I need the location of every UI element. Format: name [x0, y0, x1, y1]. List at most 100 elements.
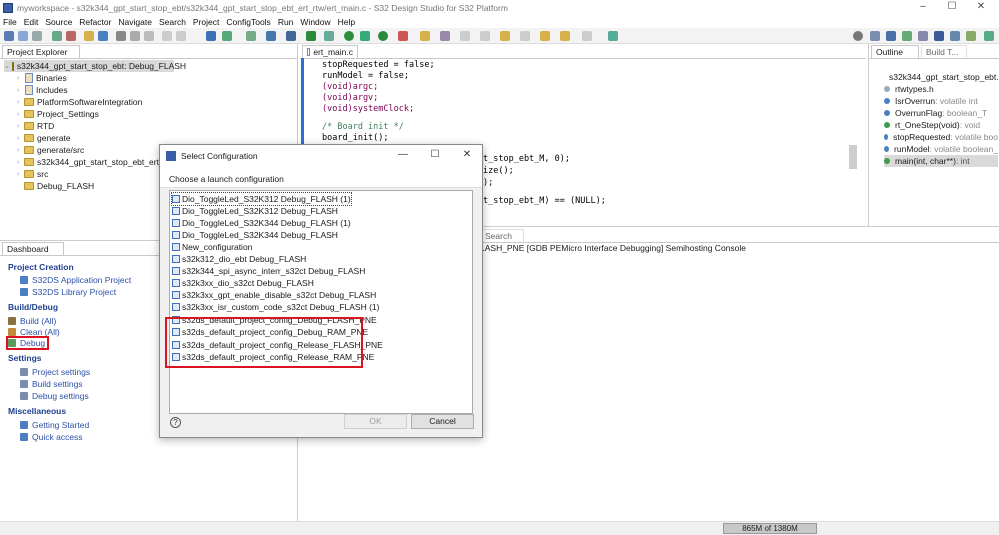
link-project-settings[interactable]: Project settings: [20, 367, 90, 377]
tab-dashboard[interactable]: Dashboard: [2, 242, 64, 255]
outline-item[interactable]: stopRequested : volatile boo: [884, 131, 998, 143]
list-item[interactable]: s32ds_default_project_config_Release_RAM…: [172, 351, 374, 363]
close-button[interactable]: ✕: [966, 1, 996, 14]
outline-item[interactable]: OverrunFlag : boolean_T: [884, 107, 998, 119]
twisty-icon[interactable]: ›: [14, 111, 22, 118]
list-item[interactable]: s32k312_dio_ebt Debug_FLASH: [172, 253, 306, 265]
tab-ert-main[interactable]: ert_main.c: [302, 45, 358, 58]
pins-icon[interactable]: [286, 31, 296, 41]
cancel-button[interactable]: Cancel: [411, 414, 474, 429]
perspective-icon-6[interactable]: [950, 31, 960, 41]
memory-indicator[interactable]: 865M of 1380M: [723, 523, 817, 534]
run-config-icon[interactable]: [360, 31, 370, 41]
select-icon[interactable]: [206, 31, 216, 41]
list-item[interactable]: s32ds_default_project_config_Debug_FLASH…: [172, 314, 377, 326]
tree-item-binaries[interactable]: › Binaries: [14, 72, 67, 84]
editor-scrollbar-thumb[interactable]: [849, 145, 857, 169]
outline-item[interactable]: runModel : volatile boolean_: [884, 143, 998, 155]
search-icon[interactable]: [853, 31, 863, 41]
tree-item-generate[interactable]: › generate: [14, 132, 71, 144]
task-icon[interactable]: [440, 31, 450, 41]
twisty-icon[interactable]: ›: [14, 87, 22, 94]
link-build-settings[interactable]: Build settings: [20, 379, 83, 389]
list-item[interactable]: s32k3xx_isr_custom_code_s32ct Debug_FLAS…: [172, 301, 380, 313]
perspective-icon-7[interactable]: [966, 31, 976, 41]
paste-icon[interactable]: [144, 31, 154, 41]
dialog-minimize-button[interactable]: —: [396, 148, 410, 162]
help-icon[interactable]: ?: [170, 417, 181, 428]
list-item[interactable]: s32ds_default_project_config_Debug_RAM_P…: [172, 326, 368, 338]
debug-icon[interactable]: [324, 31, 334, 41]
settings-icon[interactable]: [246, 31, 256, 41]
tree-item-includes[interactable]: › Includes: [14, 84, 68, 96]
twisty-icon[interactable]: ›: [14, 75, 22, 82]
maximize-button[interactable]: ☐: [937, 1, 967, 14]
open-folder-icon[interactable]: [420, 31, 430, 41]
twisty-icon[interactable]: ›: [14, 159, 22, 166]
list-item[interactable]: s32k3xx_dio_s32ct Debug_FLASH: [172, 277, 314, 289]
menu-navigate[interactable]: Navigate: [118, 17, 152, 27]
undo-icon[interactable]: [162, 31, 172, 41]
perspective-icon-8[interactable]: [984, 31, 994, 41]
list-item[interactable]: s32k344_spi_async_interr_s32ct Debug_FLA…: [172, 265, 365, 277]
link-clean-all[interactable]: Clean (All): [8, 327, 60, 337]
outline-item[interactable]: IsrOverrun : volatile int: [884, 95, 998, 107]
build-icon[interactable]: [52, 31, 62, 41]
tab-build-targets[interactable]: Build T...: [921, 45, 967, 58]
outline-item[interactable]: rt_OneStep(void) : void: [884, 119, 998, 131]
launch-icon[interactable]: [378, 31, 388, 41]
terminal-icon[interactable]: [222, 31, 232, 41]
open-perspective-icon[interactable]: [608, 31, 618, 41]
link-debug-settings[interactable]: Debug settings: [20, 391, 89, 401]
list-item[interactable]: s32ds_default_project_config_Release_FLA…: [172, 339, 383, 351]
outline-item-selected[interactable]: main(int, char**) : int: [884, 155, 998, 167]
tree-item-platform[interactable]: › PlatformSoftwareIntegration: [14, 96, 143, 108]
forward-icon[interactable]: [560, 31, 570, 41]
external-tools-icon[interactable]: [398, 31, 408, 41]
perspective-icon-2[interactable]: [886, 31, 896, 41]
perspective-icon-3[interactable]: [902, 31, 912, 41]
menu-source[interactable]: Source: [45, 17, 72, 27]
list-item[interactable]: s32k3xx_gpt_enable_disable_s32ct Debug_F…: [172, 289, 376, 301]
save-icon[interactable]: [18, 31, 28, 41]
tree-item-rtd[interactable]: › RTD: [14, 120, 55, 132]
prev-annotation-icon[interactable]: [520, 31, 530, 41]
twisty-icon[interactable]: ›: [14, 171, 22, 178]
link-quick-access[interactable]: Quick access: [20, 432, 83, 442]
outline-item[interactable]: s32k344_gpt_start_stop_ebt.h: [884, 71, 998, 83]
nav-icon[interactable]: [582, 31, 592, 41]
perspective-icon-1[interactable]: [870, 31, 880, 41]
chip-icon[interactable]: [266, 31, 276, 41]
link-s32ds-application-project[interactable]: S32DS Application Project: [20, 275, 131, 285]
play-icon[interactable]: [344, 31, 354, 41]
menu-run[interactable]: Run: [278, 17, 294, 27]
twisty-icon[interactable]: ›: [14, 123, 22, 130]
search-toolbar-icon[interactable]: [480, 31, 490, 41]
list-item[interactable]: Dio_ToggleLed_S32K344 Debug_FLASH: [172, 229, 338, 241]
menu-project[interactable]: Project: [193, 17, 219, 27]
list-item[interactable]: Dio_ToggleLed_S32K312 Debug_FLASH: [172, 205, 338, 217]
menu-configtools[interactable]: ConfigTools: [226, 17, 270, 27]
tab-outline[interactable]: Outline: [871, 45, 919, 58]
annotation-icon[interactable]: [460, 31, 470, 41]
dialog-close-button[interactable]: ✕: [460, 148, 474, 162]
link-getting-started[interactable]: Getting Started: [20, 420, 89, 430]
twisty-icon[interactable]: ›: [14, 147, 22, 154]
list-item[interactable]: Dio_ToggleLed_S32K312 Debug_FLASH (1): [171, 192, 352, 206]
tree-item-project[interactable]: ⌄ s32k344_gpt_start_stop_ebt: Debug_FLAS…: [4, 60, 186, 72]
list-item[interactable]: New_configuration: [172, 241, 252, 253]
new-icon[interactable]: [4, 31, 14, 41]
file-icon[interactable]: [98, 31, 108, 41]
perspective-icon-4[interactable]: [918, 31, 928, 41]
print-icon[interactable]: [32, 31, 42, 41]
tree-item-project-settings[interactable]: › Project_Settings: [14, 108, 99, 120]
tree-item-src[interactable]: › src: [14, 168, 49, 180]
tab-search[interactable]: Search: [480, 229, 524, 242]
cut-icon[interactable]: [116, 31, 126, 41]
back-icon[interactable]: [540, 31, 550, 41]
launch-configuration-list[interactable]: Dio_ToggleLed_S32K312 Debug_FLASH (1) Di…: [169, 190, 473, 414]
tree-item-ert-rtw[interactable]: › s32k344_gpt_start_stop_ebt_ert_rtw: [14, 156, 175, 168]
tab-project-explorer[interactable]: Project Explorer: [2, 45, 80, 58]
list-item[interactable]: Dio_ToggleLed_S32K344 Debug_FLASH (1): [172, 217, 351, 229]
redo-icon[interactable]: [176, 31, 186, 41]
